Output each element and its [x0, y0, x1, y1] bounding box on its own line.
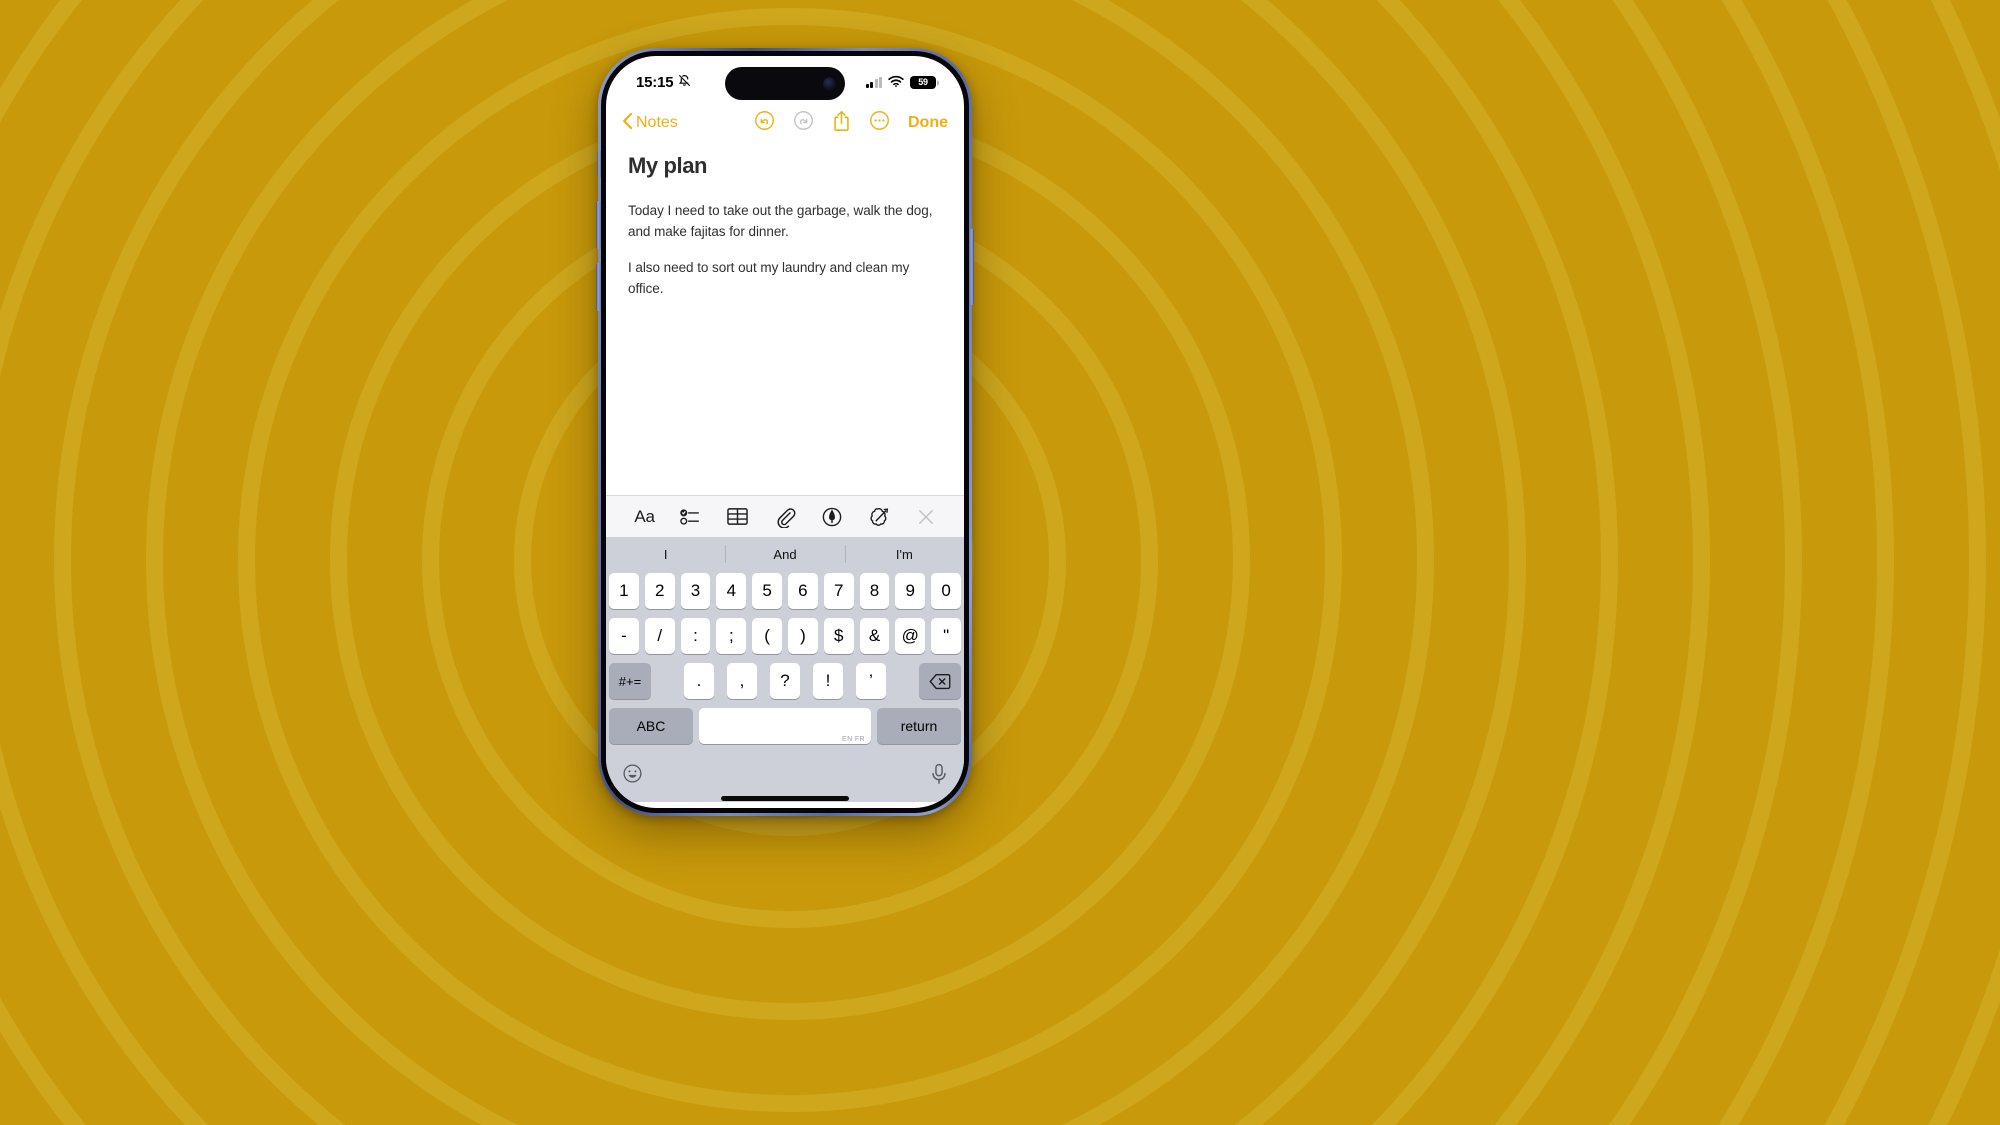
key-quote[interactable]: "	[931, 618, 961, 654]
key-period[interactable]: .	[684, 663, 714, 699]
front-camera-icon	[823, 77, 836, 90]
key-8[interactable]: 8	[859, 573, 890, 609]
keyboard-row-punctuation: #+= . , ? ! ’	[609, 663, 961, 699]
emoji-smiley-icon[interactable]	[622, 763, 643, 789]
back-button-label: Notes	[636, 114, 678, 131]
software-keyboard: I And I'm 1 2 3 4 5 6 7 8 9 0 - /: ; (…	[606, 537, 964, 802]
battery-level-text: 59	[918, 77, 928, 87]
key-apostrophe[interactable]: ’	[856, 663, 886, 699]
keyboard-rows: 1 2 3 4 5 6 7 8 9 0 - / : ; () $ & @ " …	[606, 571, 964, 753]
key-space[interactable]: EN FR	[699, 708, 871, 744]
bell-slash-icon	[678, 74, 691, 91]
key-7[interactable]: 7	[823, 573, 854, 609]
predictive-text-bar: I And I'm	[606, 537, 964, 571]
note-editor[interactable]: My plan Today I need to take out the gar…	[606, 143, 964, 495]
status-bar-right: 59	[865, 74, 939, 92]
share-icon[interactable]	[832, 110, 851, 137]
row-spacer	[651, 663, 684, 699]
ellipsis-circle-icon[interactable]	[869, 110, 890, 136]
aa-label: Aa	[634, 506, 655, 526]
battery-icon: 59	[910, 76, 939, 89]
format-toolbar: Aa	[606, 495, 964, 537]
space-language-hint: EN FR	[842, 736, 865, 743]
keyboard-row-symbols: - / : ; ( ) $ & @ "	[609, 618, 961, 654]
iphone-device: 15:15 59 Notes Done My plan Today I need…	[596, 48, 974, 816]
done-button[interactable]: Done	[908, 114, 948, 132]
backspace-delete-icon[interactable]	[919, 663, 961, 699]
status-bar: 15:15 59	[606, 56, 964, 103]
silent-switch[interactable]	[597, 151, 601, 177]
keyboard-bottom-bar	[606, 758, 964, 800]
key-hyphen[interactable]: -	[609, 618, 639, 654]
key-paren-open[interactable]: (	[752, 618, 782, 654]
status-time: 15:15	[636, 74, 674, 91]
prediction-candidate[interactable]: I'm	[845, 547, 964, 562]
background-wallpaper	[0, 0, 2000, 1125]
key-6[interactable]: 6	[788, 573, 818, 609]
key-at[interactable]: @	[895, 618, 926, 654]
key-0[interactable]: 0	[931, 573, 961, 609]
note-paragraph[interactable]: I also need to sort out my laundry and c…	[628, 258, 942, 300]
scribble-wand-icon[interactable]	[868, 506, 891, 528]
key-comma[interactable]: ,	[727, 663, 757, 699]
power-button[interactable]	[969, 229, 974, 305]
key-2[interactable]: 2	[644, 573, 675, 609]
key-colon[interactable]: :	[680, 618, 711, 654]
key-semicolon[interactable]: ;	[716, 618, 747, 654]
redo-arrow-icon	[793, 110, 814, 136]
volume-down-button[interactable]	[596, 263, 601, 311]
table-icon[interactable]	[726, 506, 749, 527]
dynamic-island	[725, 67, 845, 100]
wifi-icon	[888, 74, 904, 92]
volume-up-button[interactable]	[596, 201, 601, 249]
prediction-candidate[interactable]: I	[606, 547, 725, 562]
navigation-bar: Notes Done	[606, 103, 964, 143]
paperclip-icon[interactable]	[774, 506, 796, 528]
key-paren-close[interactable]: )	[788, 618, 818, 654]
note-title[interactable]: My plan	[628, 153, 942, 179]
key-dollar[interactable]: $	[823, 618, 854, 654]
key-4[interactable]: 4	[716, 573, 747, 609]
chevron-left-icon	[622, 112, 633, 135]
key-alt-symbols[interactable]: #+=	[609, 663, 651, 699]
microphone-icon[interactable]	[930, 763, 948, 790]
undo-arrow-icon[interactable]	[754, 110, 775, 136]
markup-pen-circle-icon[interactable]	[821, 506, 843, 528]
key-1[interactable]: 1	[609, 573, 639, 609]
cellular-signal-icon	[865, 77, 882, 88]
key-3[interactable]: 3	[680, 573, 711, 609]
back-to-notes-button[interactable]: Notes	[622, 112, 678, 135]
nav-tool-group: Done	[754, 110, 948, 137]
key-exclamation[interactable]: !	[813, 663, 843, 699]
status-bar-left: 15:15	[636, 74, 691, 91]
device-bezel: 15:15 59 Notes Done My plan Today I need…	[596, 51, 974, 813]
aa-text-format-icon[interactable]: Aa	[634, 506, 655, 527]
checklist-icon[interactable]	[679, 506, 701, 528]
close-x-icon[interactable]	[916, 507, 936, 527]
key-5[interactable]: 5	[752, 573, 782, 609]
key-9[interactable]: 9	[895, 573, 926, 609]
key-question[interactable]: ?	[770, 663, 800, 699]
phone-screen: 15:15 59 Notes Done My plan Today I need…	[606, 56, 964, 808]
keyboard-row-numbers: 1 2 3 4 5 6 7 8 9 0	[609, 573, 961, 609]
key-ampersand[interactable]: &	[859, 618, 890, 654]
note-paragraph[interactable]: Today I need to take out the garbage, wa…	[628, 201, 942, 243]
row-spacer	[886, 663, 919, 699]
battery-tip	[937, 80, 939, 85]
home-indicator	[721, 796, 849, 801]
prediction-candidate[interactable]: And	[725, 547, 844, 562]
keyboard-row-bottom: ABC EN FR return	[609, 708, 961, 744]
key-slash[interactable]: /	[644, 618, 675, 654]
key-return[interactable]: return	[877, 708, 961, 744]
punctuation-group: . , ? ! ’	[684, 663, 886, 699]
key-abc-switch[interactable]: ABC	[609, 708, 693, 744]
